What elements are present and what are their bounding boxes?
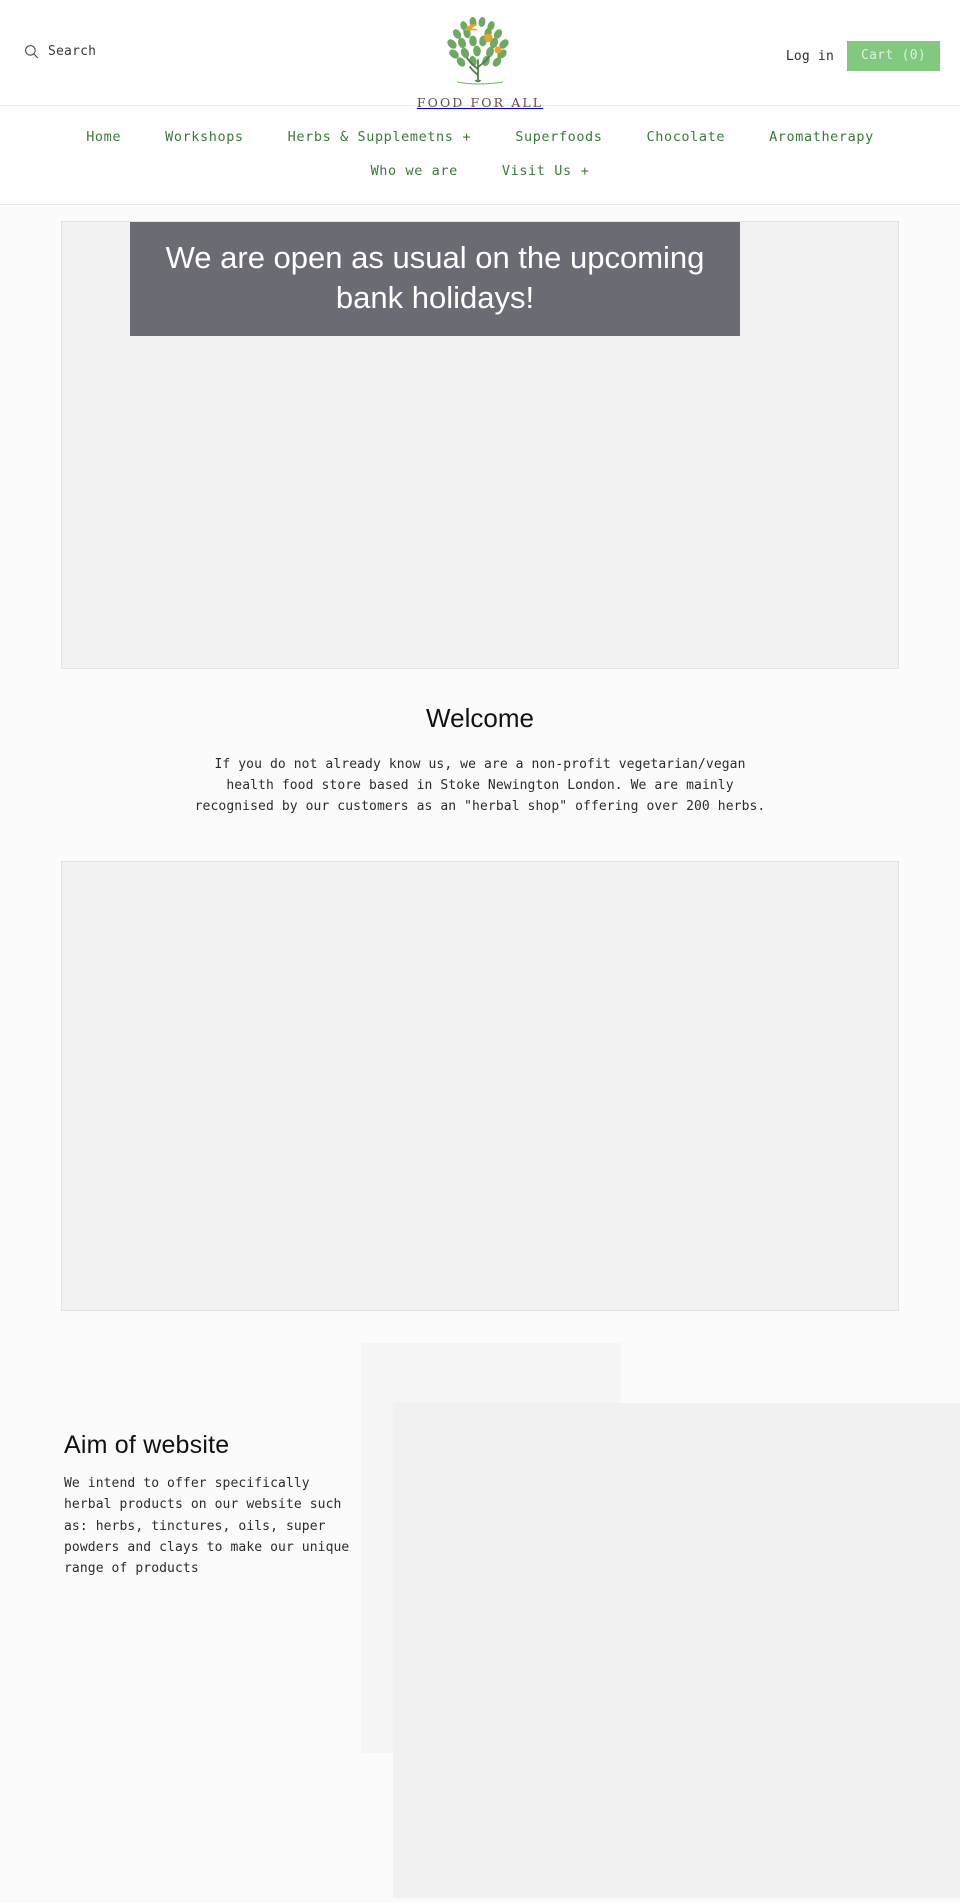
nav-item-chocolate[interactable]: Chocolate [647,129,726,145]
welcome-body: If you do not already know us, we are a … [194,757,766,815]
nav-label: Who we are [370,163,458,179]
hero-banner: We are open as usual on the upcoming ban… [61,221,899,669]
aim-image-front [393,1403,960,1899]
nav-item-visit-us[interactable]: Visit Us + [502,163,590,179]
header-actions: Log in Cart (0) [786,41,940,71]
aim-body: We intend to offer specifically herbal p… [64,1476,350,1576]
nav-row-primary: Home Workshops Herbs & Supplemetns + Supe… [0,120,960,154]
nav-row-secondary: Who we are Visit Us + [0,154,960,188]
expand-plus-icon[interactable]: + [581,163,590,179]
search-label: Search [48,44,97,59]
expand-plus-icon[interactable]: + [463,129,472,145]
welcome-title: Welcome [426,703,534,733]
media-placeholder [61,861,899,1312]
search-button[interactable]: Search [24,44,96,59]
nav-label: Superfoods [515,129,603,145]
tree-logo-icon [400,13,560,93]
nav-item-who-we-are[interactable]: Who we are [371,163,458,179]
nav-label: Workshops [165,129,244,145]
search-icon [24,44,39,59]
nav-item-workshops[interactable]: Workshops [165,129,244,145]
hero-section: We are open as usual on the upcoming ban… [0,205,960,669]
aim-section: Aim of website We intend to offer specif… [0,1343,960,1903]
nav-item-superfoods[interactable]: Superfoods [515,129,602,145]
login-link[interactable]: Log in [786,49,834,64]
nav-item-home[interactable]: Home [86,129,121,145]
hero-title: We are open as usual on the upcoming ban… [165,240,705,315]
nav-item-herbs-supplements[interactable]: Herbs & Supplemetns + [288,129,472,145]
site-header: Search FOOD FOR ALL Log in Cart (0) [0,0,960,110]
main-navigation: Home Workshops Herbs & Supplemetns + Supe… [0,106,960,205]
nav-item-aromatherapy[interactable]: Aromatherapy [769,129,874,145]
nav-label: Herbs & Supplemetns [287,129,454,145]
nav-label: Home [86,129,122,145]
brand-logo-link[interactable]: FOOD FOR ALL [400,13,560,110]
aim-text-block: Aim of website We intend to offer specif… [64,1343,364,1579]
welcome-section: Welcome If you do not already know us, w… [0,669,960,817]
aim-title: Aim of website [64,1431,230,1460]
nav-label: Aromatherapy [769,129,874,145]
cart-button[interactable]: Cart (0) [846,41,940,71]
hero-overlay: We are open as usual on the upcoming ban… [130,222,740,337]
nav-label: Chocolate [646,129,726,145]
brand-name: FOOD FOR ALL [416,95,544,110]
media-section [0,817,960,1312]
nav-label: Visit Us [501,163,572,179]
